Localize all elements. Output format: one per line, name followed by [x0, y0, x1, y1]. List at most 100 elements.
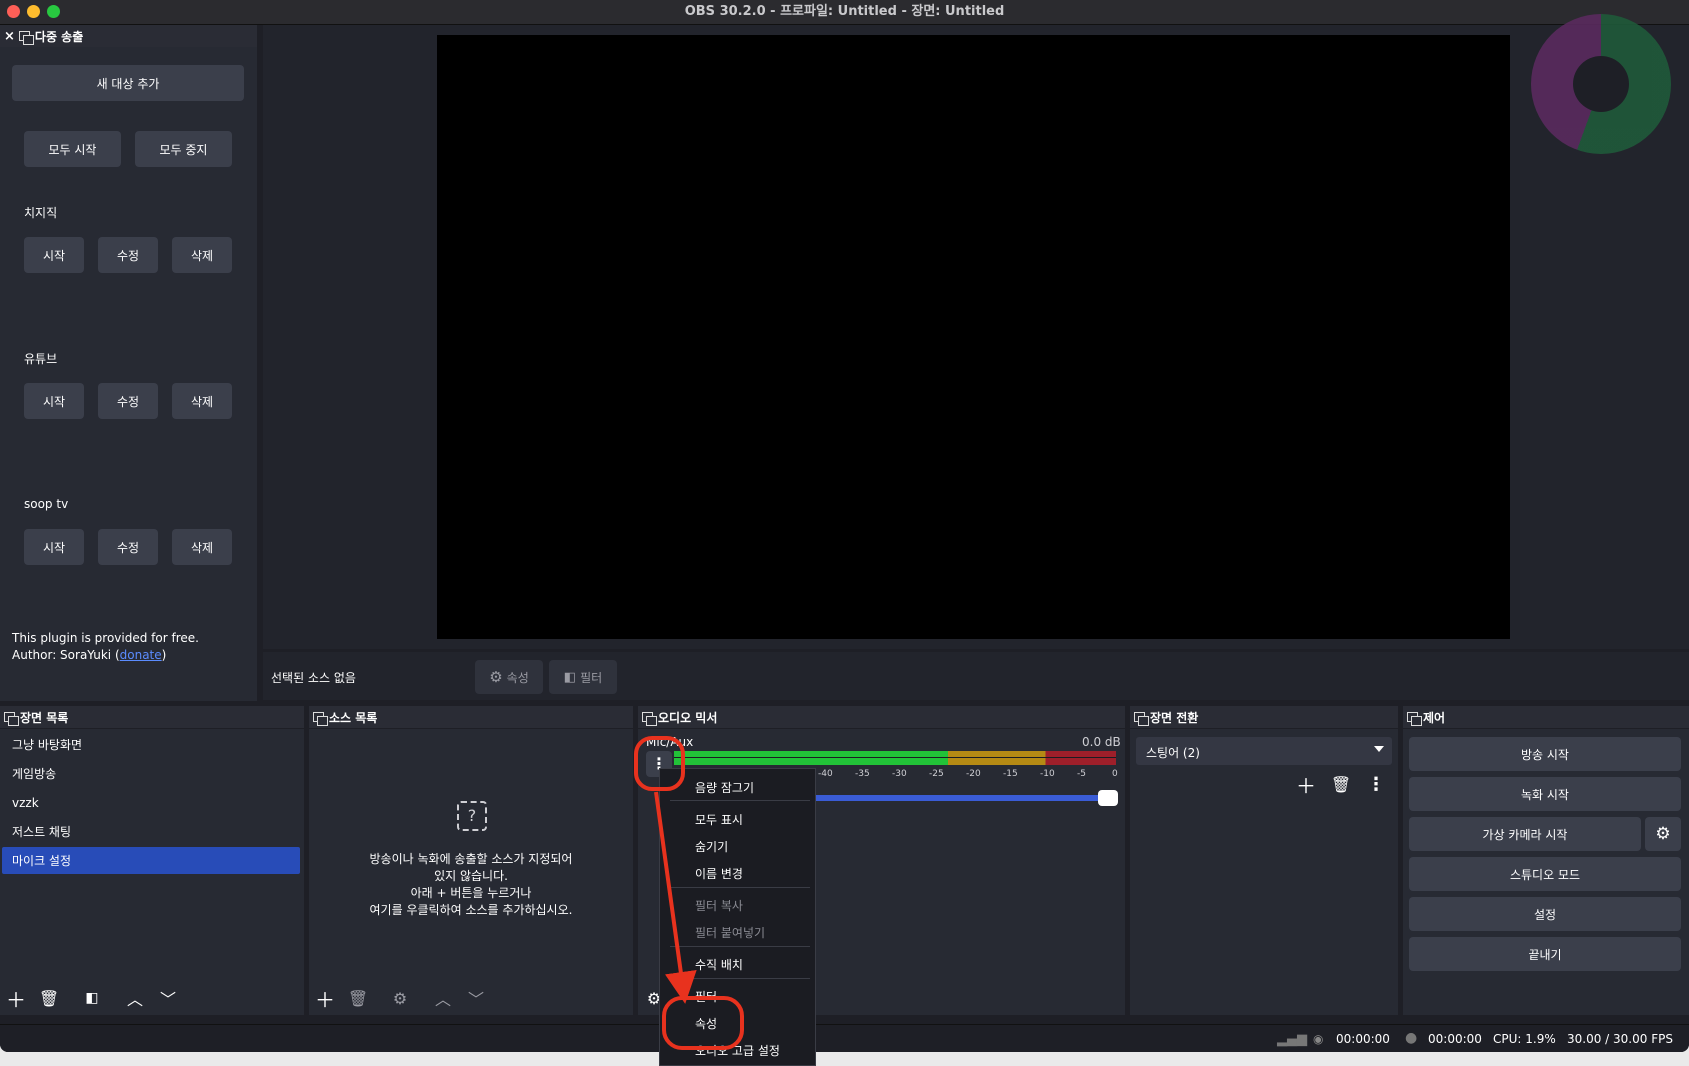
author-prefix: Author: SoraYuki ( [12, 648, 120, 662]
transition-select[interactable]: 스팅어 (2) [1136, 737, 1392, 765]
start-all-button[interactable]: 모두 시작 [24, 131, 121, 167]
menu-item-show-all[interactable]: 모두 표시 [695, 811, 743, 828]
menu-item-paste-filters[interactable]: 필터 붙여넣기 [695, 924, 765, 941]
scene-item-selected[interactable]: 마이크 설정 [2, 847, 300, 874]
target-edit-button[interactable]: 수정 [98, 237, 158, 273]
unknown-source-icon: ? [457, 801, 487, 831]
more-options-icon[interactable]: ⋮ [1362, 771, 1390, 797]
controls-title: 제어 [1423, 710, 1446, 725]
exit-button[interactable]: 끝내기 [1409, 937, 1681, 971]
filters-button[interactable]: ◧ 필터 [549, 660, 617, 694]
multistream-dock-title: × 다중 송출 [0, 25, 257, 47]
dock-float-icon[interactable] [18, 31, 34, 45]
close-dock-icon[interactable]: × [4, 29, 15, 44]
filter-icon[interactable]: ◧ [78, 985, 106, 1011]
trash-icon[interactable]: 🗑 [1327, 771, 1355, 797]
target-edit-button[interactable]: 수정 [98, 529, 158, 565]
target-delete-button[interactable]: 삭제 [172, 529, 232, 565]
scene-item[interactable]: vzzk [2, 789, 300, 816]
menu-item-advanced-audio[interactable]: 오디오 고급 설정 [695, 1042, 780, 1059]
record-time: 00:00:00 [1428, 1032, 1482, 1046]
menu-separator [670, 800, 810, 801]
target-name: 유튜브 [24, 352, 58, 366]
trash-icon[interactable]: 🗑 [344, 985, 372, 1011]
add-scene-icon[interactable]: ＋ [2, 985, 30, 1012]
virtual-camera-settings-icon[interactable]: ⚙ [1645, 817, 1681, 851]
transitions-dock-title: 장면 전환 [1130, 706, 1398, 728]
transitions-title: 장면 전환 [1150, 710, 1199, 725]
menu-item-copy-filters[interactable]: 필터 복사 [695, 897, 743, 914]
target-start-button[interactable]: 시작 [24, 529, 84, 565]
move-down-icon[interactable]: ﹀ [154, 985, 182, 1011]
virtual-camera-button[interactable]: 가상 카메라 시작 [1409, 817, 1641, 851]
scene-item[interactable]: 그냥 바탕화면 [2, 731, 300, 758]
dock-float-icon[interactable] [1134, 712, 1149, 726]
obs-window: OBS 30.2.0 - 프로파일: Untitled - 장면: Untitl… [0, 0, 1689, 1052]
target-delete-button[interactable]: 삭제 [172, 237, 232, 273]
menu-item-lock-volume[interactable]: 음량 잠그기 [695, 779, 754, 796]
scenes-title: 장면 목록 [20, 710, 69, 725]
mixer-title: 오디오 믹서 [658, 710, 718, 725]
track-name: Mic/Aux [646, 735, 694, 749]
scenes-panel: 그냥 바탕화면 게임방송 vzzk 저스트 채팅 마이크 설정 ＋ 🗑 ◧ ︿ … [0, 729, 304, 1015]
zoom-window-button[interactable] [47, 5, 60, 18]
close-window-button[interactable] [7, 5, 20, 18]
mixer-dock-title: 오디오 믹서 [638, 706, 1125, 728]
dock-float-icon[interactable] [313, 712, 328, 726]
volume-slider-handle[interactable] [1098, 790, 1118, 806]
volume-slider[interactable] [808, 790, 1118, 806]
transitions-panel: 스팅어 (2) ＋ 🗑 ⋮ [1130, 729, 1398, 1015]
scene-item[interactable]: 저스트 채팅 [2, 818, 300, 845]
trash-icon[interactable]: 🗑 [35, 985, 63, 1011]
start-stream-button[interactable]: 방송 시작 [1409, 737, 1681, 771]
menu-item-rename[interactable]: 이름 변경 [695, 865, 743, 882]
target-edit-button[interactable]: 수정 [98, 383, 158, 419]
menu-item-hide[interactable]: 숨기기 [695, 838, 728, 855]
add-source-icon[interactable]: ＋ [311, 985, 339, 1012]
donate-link[interactable]: donate [120, 648, 162, 662]
stop-all-button[interactable]: 모두 중지 [135, 131, 232, 167]
title-bar: OBS 30.2.0 - 프로파일: Untitled - 장면: Untitl… [0, 0, 1689, 25]
menu-item-filters[interactable]: 필터 [695, 988, 717, 1005]
empty-line: 아래 + 버튼을 누르거나 [410, 886, 532, 900]
sources-dock-title: 소스 목록 [309, 706, 633, 728]
transition-selected: 스팅어 (2) [1146, 746, 1200, 760]
empty-line: 방송이나 녹화에 송출할 소스가 지정되어 [369, 852, 573, 866]
move-up-icon[interactable]: ︿ [121, 985, 149, 1011]
menu-item-vertical-layout[interactable]: 수직 배치 [695, 956, 743, 973]
dock-float-icon[interactable] [642, 712, 657, 726]
gear-icon[interactable]: ⚙ [386, 985, 414, 1011]
target-start-button[interactable]: 시작 [24, 383, 84, 419]
dock-float-icon[interactable] [1407, 712, 1422, 726]
menu-item-properties[interactable]: 속성 [695, 1015, 717, 1032]
target-delete-button[interactable]: 삭제 [172, 383, 232, 419]
author-suffix: ) [161, 648, 167, 662]
properties-button[interactable]: ⚙ 속성 [475, 660, 543, 694]
meter-scale: -40 -35 -30 -25 -20 -15 -10 -5 0 [818, 769, 1118, 779]
move-down-icon[interactable]: ﹀ [462, 985, 490, 1011]
track-db: 0.0 dB [1082, 735, 1121, 749]
obs-logo [1531, 14, 1671, 154]
target-start-button[interactable]: 시작 [24, 237, 84, 273]
sources-title: 소스 목록 [329, 710, 378, 725]
sources-panel[interactable]: ? 방송이나 녹화에 송출할 소스가 지정되어 있지 않습니다. 아래 + 버튼… [309, 729, 633, 1015]
scene-item[interactable]: 게임방송 [2, 760, 300, 787]
filter-icon: ◧ [563, 669, 577, 685]
dock-float-icon[interactable] [4, 712, 19, 726]
menu-separator [670, 978, 810, 979]
network-signal-icon: ▂▄▆ [1277, 1032, 1307, 1047]
start-record-button[interactable]: 녹화 시작 [1409, 777, 1681, 811]
add-target-button[interactable]: 새 대상 추가 [12, 65, 244, 101]
empty-line: 있지 않습니다. [434, 869, 508, 883]
stream-icon: ◉ [1313, 1032, 1324, 1046]
settings-button[interactable]: 설정 [1409, 897, 1681, 931]
window-title: OBS 30.2.0 - 프로파일: Untitled - 장면: Untitl… [684, 4, 1005, 19]
minimize-window-button[interactable] [27, 5, 40, 18]
studio-mode-button[interactable]: 스튜디오 모드 [1409, 857, 1681, 891]
cpu-usage: CPU: 1.9% [1493, 1032, 1556, 1046]
program-preview[interactable] [437, 35, 1510, 639]
volume-meter [674, 751, 1116, 765]
stream-time: 00:00:00 [1336, 1032, 1390, 1046]
move-up-icon[interactable]: ︿ [429, 985, 457, 1011]
add-transition-icon[interactable]: ＋ [1292, 771, 1320, 798]
